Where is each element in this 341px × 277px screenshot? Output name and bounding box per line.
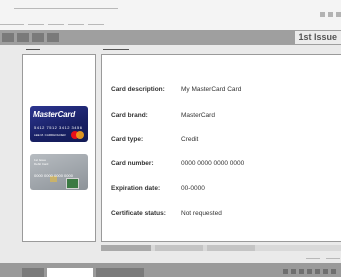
left-panel-header-line <box>26 49 40 50</box>
card-details-panel: Card description: My MasterCard Card Car… <box>101 54 341 242</box>
bottom-placeholder-line <box>326 258 340 259</box>
status-bar <box>0 263 341 277</box>
status-indicator <box>323 269 328 274</box>
menu-placeholder-line <box>28 24 44 25</box>
card-list-panel: MasterCard 5412 7512 3412 3456 LEE M. CA… <box>22 54 96 242</box>
certificate-status-value: Not requested <box>181 210 222 217</box>
scrollbar-segment <box>155 245 203 251</box>
card-brand-label: Card brand: <box>111 112 148 119</box>
card-brand-icon <box>66 178 79 189</box>
certificate-status-label: Certificate status: <box>111 210 166 217</box>
card-holder-text: LEE M. CARDHOLDER <box>34 133 66 137</box>
card-issuer-text: 1st Issue Debit Card <box>34 158 49 166</box>
status-indicator <box>291 269 296 274</box>
status-indicator <box>315 269 320 274</box>
status-indicator <box>283 269 288 274</box>
expiration-date-label: Expiration date: <box>111 185 161 192</box>
status-indicator <box>299 269 304 274</box>
card-description-value: My MasterCard Card <box>181 86 242 93</box>
menu-placeholder-line <box>88 24 104 25</box>
toolbar-button[interactable] <box>2 33 14 42</box>
mastercard-orange-circle-icon <box>76 131 84 139</box>
bottom-placeholder-line <box>306 258 320 259</box>
menu-placeholder-line <box>68 24 84 25</box>
card-type-value: Credit <box>181 136 199 143</box>
status-segment <box>96 268 144 277</box>
status-indicator <box>331 269 336 274</box>
menu-placeholder-line <box>48 24 64 25</box>
maximize-button[interactable] <box>328 12 333 17</box>
title-placeholder-line <box>14 8 118 9</box>
horizontal-scrollbar[interactable] <box>101 245 341 251</box>
card-number-text: 5412 7512 3412 3456 <box>34 125 83 130</box>
status-indicator <box>307 269 312 274</box>
mastercard-card[interactable]: MasterCard 5412 7512 3412 3456 LEE M. CA… <box>30 106 88 142</box>
tab-1st-issue[interactable]: 1st Issue <box>295 31 341 44</box>
minimize-button[interactable] <box>320 12 325 17</box>
card-number-value: 0000 0000 0000 0000 <box>181 160 245 167</box>
window-titlebar <box>0 0 341 31</box>
close-button[interactable] <box>336 12 341 17</box>
expiration-date-value: 00-0000 <box>181 185 205 192</box>
mastercard-logo-text: MasterCard <box>33 110 76 119</box>
right-panel-header-line <box>103 49 129 50</box>
toolbar-button[interactable] <box>17 33 29 42</box>
toolbar-button[interactable] <box>47 33 59 42</box>
card-description-label: Card description: <box>111 86 165 93</box>
toolbar-button[interactable] <box>32 33 44 42</box>
scrollbar-segment <box>207 245 255 251</box>
card-number-label: Card number: <box>111 160 154 167</box>
card-brand-value: MasterCard <box>181 112 215 119</box>
status-segment <box>22 268 44 277</box>
status-field <box>47 268 93 277</box>
first-issue-card[interactable]: 1st Issue Debit Card 0000 0000 0000 0000 <box>30 154 88 190</box>
toolbar: 1st Issue <box>0 30 341 45</box>
card-type-label: Card type: <box>111 136 144 143</box>
menu-placeholder-line <box>0 24 24 25</box>
scrollbar-segment <box>101 245 151 251</box>
